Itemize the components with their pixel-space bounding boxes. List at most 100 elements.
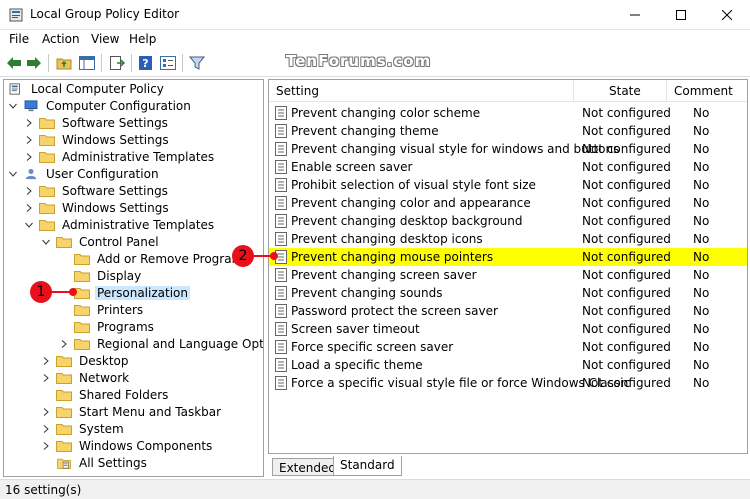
table-row[interactable]: Prevent changing theme Not configured No	[269, 122, 747, 140]
show-hide-tree-button[interactable]	[78, 54, 96, 72]
maximize-button[interactable]	[658, 0, 704, 30]
table-row[interactable]: Load a specific theme Not configured No	[269, 356, 747, 374]
tree-node-add-remove-programs[interactable]: Add or Remove Programs	[74, 250, 252, 267]
table-row[interactable]: Prevent changing desktop background Not c…	[269, 212, 747, 230]
chevron-right-icon[interactable]	[41, 356, 51, 366]
chevron-right-icon[interactable]	[24, 186, 34, 196]
tree-node-printers[interactable]: Printers	[74, 301, 145, 318]
all-settings-icon	[57, 458, 71, 469]
tree-node-uc-software-settings[interactable]: Software Settings	[24, 182, 170, 199]
tree-node-personalization[interactable]: Personalization	[74, 284, 190, 301]
chevron-right-icon[interactable]	[24, 203, 34, 213]
chevron-down-icon[interactable]	[8, 101, 18, 111]
folder-icon	[39, 202, 55, 214]
tree-node-computer-configuration[interactable]: Computer Configuration	[8, 97, 193, 114]
folder-icon	[56, 406, 72, 418]
chevron-right-icon[interactable]	[59, 339, 69, 349]
setting-comment: No	[693, 232, 710, 246]
setting-name: Force specific screen saver	[291, 340, 454, 354]
minimize-button[interactable]	[612, 0, 658, 30]
policy-setting-icon	[275, 196, 287, 210]
chevron-down-icon[interactable]	[41, 237, 51, 247]
tree-node-cc-administrative-templates[interactable]: Administrative Templates	[24, 148, 216, 165]
tree-node-network[interactable]: Network	[41, 369, 131, 386]
chevron-right-icon[interactable]	[41, 441, 51, 451]
table-row[interactable]: Prevent changing color and appearance Not…	[269, 194, 747, 212]
setting-state: Not configured	[582, 214, 671, 228]
help-button[interactable]: ?	[137, 54, 155, 72]
tree-node-uc-administrative-templates[interactable]: Administrative Templates	[24, 216, 216, 233]
tree-node-user-configuration[interactable]: User Configuration	[8, 165, 161, 182]
table-row[interactable]: Force a specific visual style file or fo…	[269, 374, 747, 392]
column-header-comment[interactable]: Comment	[674, 84, 733, 98]
policy-setting-icon	[275, 232, 287, 246]
tree-node-system[interactable]: System	[41, 420, 126, 437]
tree-node-control-panel[interactable]: Control Panel	[41, 233, 161, 250]
tree-node-cc-software-settings[interactable]: Software Settings	[24, 114, 170, 131]
menu-action[interactable]: Action	[42, 32, 80, 46]
table-row[interactable]: Prevent changing sounds Not configured No	[269, 284, 747, 302]
forward-button[interactable]	[25, 54, 43, 72]
tree-node-display[interactable]: Display	[74, 267, 143, 284]
computer-policy-icon	[9, 82, 20, 95]
export-list-button[interactable]	[108, 54, 126, 72]
tree-node-windows-components[interactable]: Windows Components	[41, 437, 214, 454]
console-tree[interactable]: Local Computer Policy Computer Configura…	[3, 79, 264, 477]
properties-button[interactable]	[159, 54, 177, 72]
tree-node-shared-folders[interactable]: Shared Folders	[56, 386, 170, 403]
menu-file[interactable]: File	[9, 32, 29, 46]
tab-standard[interactable]: Standard	[333, 456, 402, 476]
chevron-down-icon[interactable]	[8, 169, 18, 179]
table-row[interactable]: Screen saver timeout Not configured No	[269, 320, 747, 338]
chevron-right-icon[interactable]	[41, 424, 51, 434]
setting-state: Not configured	[582, 124, 671, 138]
table-row[interactable]: Prevent changing visual style for window…	[269, 140, 747, 158]
policy-setting-icon	[275, 376, 287, 390]
tree-node-local-computer-policy[interactable]: Local Computer Policy	[8, 80, 166, 97]
chevron-right-icon[interactable]	[41, 373, 51, 383]
tree-node-all-settings[interactable]: All Settings	[56, 454, 149, 471]
folder-icon	[39, 134, 55, 146]
settings-list[interactable]: Setting State Comment Prevent changing c…	[268, 79, 748, 454]
folder-icon	[74, 270, 90, 282]
table-row[interactable]: Prohibit selection of visual style font …	[269, 176, 747, 194]
tree-node-programs[interactable]: Programs	[74, 318, 156, 335]
tree-label: Windows Settings	[62, 132, 169, 147]
folder-icon	[56, 423, 72, 435]
chevron-right-icon[interactable]	[24, 118, 34, 128]
close-button[interactable]	[704, 0, 750, 30]
tree-node-uc-windows-settings[interactable]: Windows Settings	[24, 199, 171, 216]
tree-label: Programs	[97, 319, 154, 334]
table-row[interactable]: Prevent changing screen saver Not configu…	[269, 266, 747, 284]
policy-setting-icon	[275, 304, 287, 318]
table-row[interactable]: Prevent changing mouse pointers Not confi…	[269, 248, 747, 266]
tree-node-cc-windows-settings[interactable]: Windows Settings	[24, 131, 171, 148]
chevron-right-icon[interactable]	[41, 407, 51, 417]
back-button[interactable]	[5, 54, 23, 72]
tree-label: Printers	[97, 302, 144, 317]
table-row[interactable]: Password protect the screen saver Not con…	[269, 302, 747, 320]
column-header-state[interactable]: State	[609, 84, 641, 98]
menu-view[interactable]: View	[91, 32, 119, 46]
forward-arrow-icon	[27, 57, 41, 69]
tree-node-regional-language[interactable]: Regional and Language Options	[59, 335, 264, 352]
tree-node-desktop[interactable]: Desktop	[41, 352, 131, 369]
up-folder-button[interactable]	[55, 54, 73, 72]
table-row[interactable]: Force specific screen saver Not configure…	[269, 338, 747, 356]
table-row[interactable]: Enable screen saver Not configured No	[269, 158, 747, 176]
chevron-right-icon[interactable]	[24, 152, 34, 162]
table-row[interactable]: Prevent changing desktop icons Not config…	[269, 230, 747, 248]
chevron-down-icon[interactable]	[24, 220, 34, 230]
tree-label: Administrative Templates	[62, 217, 215, 232]
table-row[interactable]: Prevent changing color scheme Not configu…	[269, 104, 747, 122]
setting-name: Force a specific visual style file or fo…	[291, 376, 631, 390]
setting-state: Not configured	[582, 178, 671, 192]
tree-label: Regional and Language Options	[97, 336, 264, 351]
filter-button[interactable]	[188, 54, 206, 72]
minimize-icon	[630, 14, 640, 16]
column-header-setting[interactable]: Setting	[276, 84, 319, 98]
setting-name: Prevent changing desktop icons	[291, 232, 483, 246]
menu-help[interactable]: Help	[129, 32, 156, 46]
tree-node-start-menu-taskbar[interactable]: Start Menu and Taskbar	[41, 403, 223, 420]
chevron-right-icon[interactable]	[24, 135, 34, 145]
